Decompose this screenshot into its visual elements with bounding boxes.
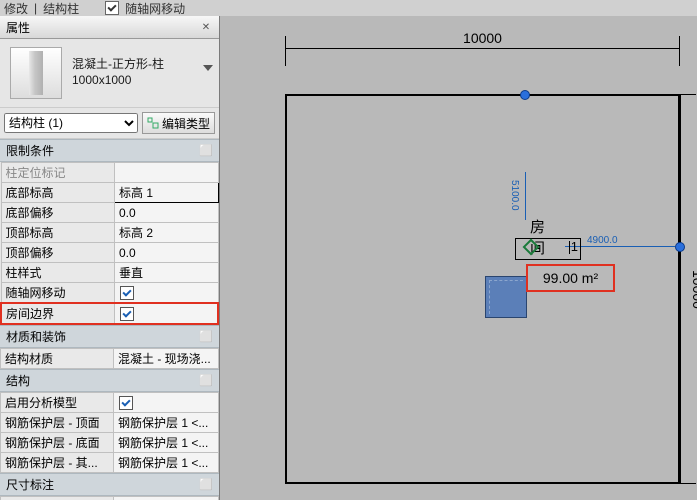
prop-row: 钢筋保护层 - 其... 钢筋保护层 1 <...: [1, 453, 219, 473]
edit-type-icon: [147, 117, 159, 129]
prop-value[interactable]: 钢筋保护层 1 <...: [114, 433, 219, 453]
checkbox-icon[interactable]: [120, 286, 134, 300]
type-family: 混凝土-正方形-柱: [72, 57, 193, 73]
type-text: 混凝土-正方形-柱 1000x1000: [72, 57, 193, 88]
prop-key: 钢筋保护层 - 底面: [1, 433, 114, 453]
prop-row: 随轴网移动: [1, 283, 218, 304]
temp-dim-value: 5100.0: [509, 180, 520, 211]
prop-value[interactable]: 0.0: [115, 243, 219, 263]
group-materials[interactable]: 材质和装饰 ⬜: [0, 325, 219, 348]
divider: |: [34, 1, 37, 15]
temp-dim-value: 4900.0: [587, 235, 618, 246]
ribbon-item[interactable]: 结构柱: [43, 0, 79, 17]
panel-header: 属性: [0, 16, 219, 39]
drag-grip[interactable]: [675, 242, 685, 252]
prop-key: 钢筋保护层 - 顶面: [1, 413, 114, 433]
prop-row-room-bounding: 房间边界: [1, 303, 218, 324]
chevron-down-icon: [203, 65, 213, 71]
checkbox-icon[interactable]: [120, 307, 134, 321]
prop-key: 柱样式: [1, 263, 115, 283]
expand-icon[interactable]: ⬜: [199, 374, 213, 387]
expand-icon[interactable]: ⬜: [199, 478, 213, 491]
move-with-grids-label: 随轴网移动: [125, 0, 185, 17]
prop-row: 柱定位标记: [1, 163, 218, 183]
prop-value[interactable]: 混凝土 - 现场浇...: [114, 349, 219, 369]
ribbon-item[interactable]: 修改: [4, 0, 28, 17]
drawing-canvas[interactable]: 10000 10000 5100.0 4900.0 房间 1: [221, 16, 697, 500]
prop-value[interactable]: 钢筋保护层 1 <...: [114, 413, 219, 433]
prop-row: 顶部标高 标高 2: [1, 223, 218, 243]
prop-row: 启用分析模型: [1, 393, 219, 413]
room-boundary[interactable]: [285, 94, 680, 484]
temp-dimension-vertical[interactable]: 5100.0: [515, 172, 533, 220]
expand-icon[interactable]: ⬜: [199, 330, 213, 343]
prop-value[interactable]: 标高 1: [115, 183, 219, 203]
prop-value[interactable]: 0.0: [115, 203, 219, 223]
prop-value[interactable]: [115, 163, 219, 183]
dimension-horizontal[interactable]: 10000: [285, 30, 680, 76]
checkbox-icon[interactable]: [119, 396, 133, 410]
room-area-readout: 99.00 m²: [526, 264, 615, 292]
dimension-value: 10000: [285, 30, 680, 46]
prop-value[interactable]: [115, 283, 219, 304]
prop-row: 底部标高 标高 1: [1, 183, 218, 203]
edit-type-label: 编辑类型: [162, 115, 210, 132]
type-selector[interactable]: 混凝土-正方形-柱 1000x1000: [0, 39, 219, 108]
prop-row: 钢筋保护层 - 底面 钢筋保护层 1 <...: [1, 433, 219, 453]
type-name: 1000x1000: [72, 73, 193, 89]
prop-value[interactable]: 垂直: [115, 263, 219, 283]
type-thumbnail: [10, 47, 62, 99]
room-area-value: 99.00 m²: [543, 270, 598, 286]
instance-filter-select[interactable]: 结构柱 (1): [4, 113, 138, 133]
prop-key: 启用分析模型: [1, 393, 114, 413]
ribbon-context-strip: 修改 | 结构柱 随轴网移动: [0, 0, 697, 16]
prop-key: 柱定位标记: [1, 163, 115, 183]
prop-key: 体积: [1, 497, 114, 500]
prop-key: 钢筋保护层 - 其...: [1, 453, 114, 473]
expand-icon[interactable]: ⬜: [199, 144, 213, 157]
prop-key: 顶部偏移: [1, 243, 115, 263]
prop-key: 顶部标高: [1, 223, 115, 243]
prop-key: 底部标高: [1, 183, 115, 203]
group-dims[interactable]: 尺寸标注 ⬜: [0, 473, 219, 496]
edit-type-button[interactable]: 编辑类型: [142, 112, 215, 134]
drag-grip[interactable]: [520, 90, 530, 100]
group-structural[interactable]: 结构 ⬜: [0, 369, 219, 392]
dimension-value: 10000: [690, 94, 697, 484]
prop-key: 底部偏移: [1, 203, 115, 223]
prop-value[interactable]: 标高 2: [115, 223, 219, 243]
panel-title: 属性: [6, 19, 30, 36]
temp-dimension-horizontal[interactable]: 4900.0: [565, 236, 675, 250]
prop-value[interactable]: 钢筋保护层 1 <...: [114, 453, 219, 473]
column-footprint[interactable]: [485, 276, 527, 318]
prop-key: 随轴网移动: [1, 283, 115, 304]
close-icon[interactable]: [199, 20, 213, 34]
group-constraints[interactable]: 限制条件 ⬜: [0, 139, 219, 162]
prop-key: 房间边界: [1, 303, 115, 324]
prop-row: 顶部偏移 0.0: [1, 243, 218, 263]
prop-row: 钢筋保护层 - 顶面 钢筋保护层 1 <...: [1, 413, 219, 433]
prop-row: 结构材质 混凝土 - 现场浇...: [1, 349, 219, 369]
prop-row: 底部偏移 0.0: [1, 203, 218, 223]
prop-row: 体积 4.000 m³: [1, 497, 219, 500]
prop-row: 柱样式 垂直: [1, 263, 218, 283]
prop-value: 4.000 m³: [114, 497, 219, 500]
prop-value[interactable]: [114, 393, 219, 413]
prop-key: 结构材质: [1, 349, 114, 369]
prop-value[interactable]: [115, 303, 219, 324]
properties-panel: 属性 混凝土-正方形-柱 1000x1000 结构柱 (1) 编辑类型 限: [0, 16, 220, 500]
move-with-grids-checkbox[interactable]: [105, 1, 119, 15]
